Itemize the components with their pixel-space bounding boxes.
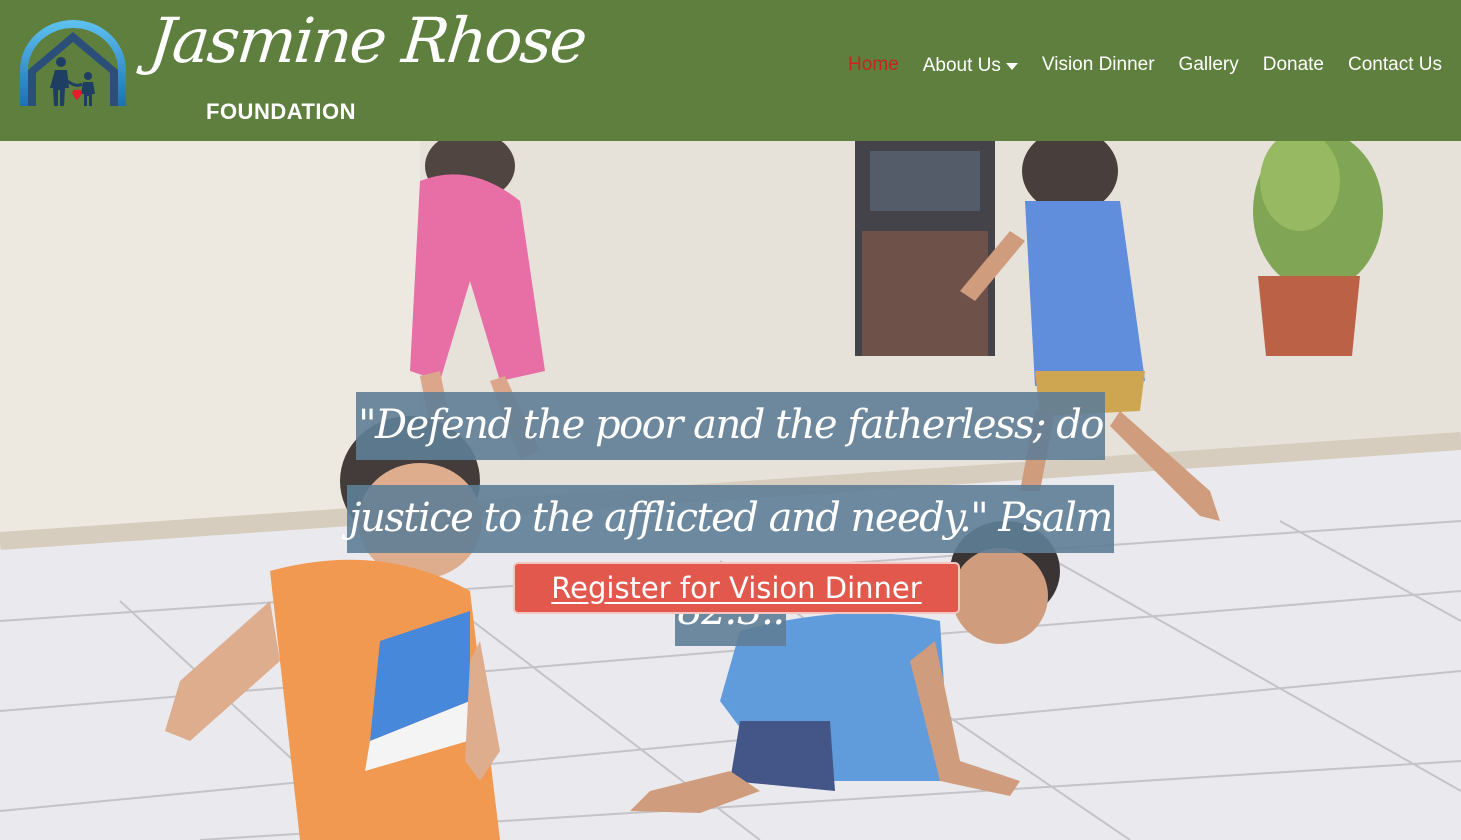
hero-section: "Defend the poor and the fatherless; do … <box>0 141 1461 840</box>
nav-about-us[interactable]: About Us <box>923 55 1018 77</box>
nav-gallery[interactable]: Gallery <box>1179 54 1239 76</box>
hero-quote-box: "Defend the poor and the fatherless; do … <box>300 383 1161 662</box>
main-nav: Home About Us Vision Dinner Gallery Dona… <box>824 52 1442 77</box>
nav-donate[interactable]: Donate <box>1263 54 1324 76</box>
nav-vision-dinner[interactable]: Vision Dinner <box>1042 54 1155 76</box>
nav-about-us-label: About Us <box>922 55 1001 76</box>
site-header: Jasmine Rhose FOUNDATION Home About Us V… <box>0 0 1461 141</box>
page: Jasmine Rhose FOUNDATION Home About Us V… <box>0 0 1461 840</box>
caret-down-icon <box>1005 62 1018 70</box>
brand-subtitle: FOUNDATION <box>206 99 357 124</box>
logo-icon[interactable] <box>18 18 128 110</box>
register-vision-dinner-button[interactable]: Register for Vision Dinner <box>513 562 960 614</box>
brand-name[interactable]: Jasmine Rhose <box>146 4 589 77</box>
nav-home[interactable]: Home <box>848 54 899 76</box>
house-family-heart-icon <box>20 20 126 106</box>
nav-contact-us[interactable]: Contact Us <box>1348 54 1442 76</box>
